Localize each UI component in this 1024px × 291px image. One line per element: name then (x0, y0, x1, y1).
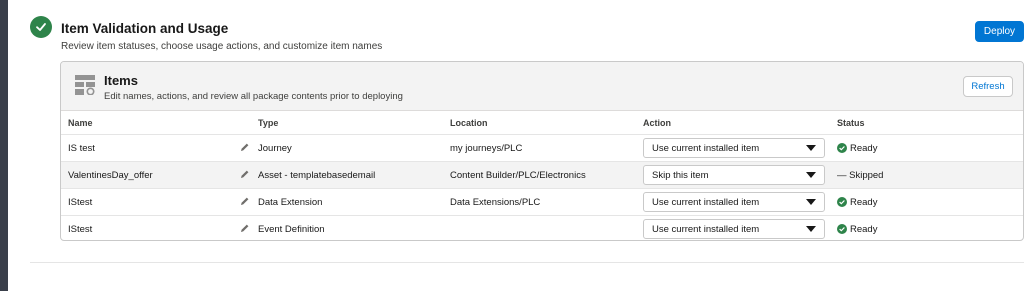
item-location: Content Builder/PLC/Electronics (450, 170, 586, 181)
chevron-down-icon (806, 226, 816, 232)
column-header-location: Location (450, 118, 488, 128)
action-select[interactable]: Use current installed item (643, 192, 825, 212)
item-name: IStest (68, 197, 93, 208)
status-badge: Ready (837, 224, 877, 235)
edit-pencil-icon[interactable] (240, 142, 250, 152)
item-type: Journey (258, 143, 292, 154)
refresh-button[interactable]: Refresh (963, 76, 1013, 97)
items-panel-description: Edit names, actions, and review all pack… (104, 91, 403, 102)
deploy-button[interactable]: Deploy (975, 21, 1024, 42)
action-select[interactable]: Use current installed item (643, 138, 825, 158)
chevron-down-icon (806, 145, 816, 151)
success-check-icon (837, 197, 847, 207)
left-edge-bar (0, 0, 8, 291)
step-title: Item Validation and Usage (61, 21, 229, 36)
status-badge: — Skipped (837, 170, 883, 181)
table-row: IStest Data Extension Data Extensions/PL… (61, 189, 1023, 216)
edit-pencil-icon[interactable] (240, 169, 250, 179)
action-select-value: Use current installed item (652, 197, 760, 208)
action-select[interactable]: Skip this item (643, 165, 825, 185)
status-text: Ready (850, 143, 878, 154)
action-select-value: Use current installed item (652, 143, 760, 154)
table-settings-icon (75, 75, 95, 95)
chevron-down-icon (806, 172, 816, 178)
items-panel-title: Items (104, 73, 138, 88)
chevron-down-icon (806, 199, 816, 205)
status-text: Ready (850, 197, 878, 208)
step-subtitle: Review item statuses, choose usage actio… (61, 41, 383, 52)
item-location: Data Extensions/PLC (450, 197, 541, 208)
step-card: Item Validation and Usage Review item st… (8, 0, 1024, 291)
status-text: Ready (850, 224, 878, 235)
item-location: my journeys/PLC (450, 143, 523, 154)
table-row: IS test Journey my journeys/PLC Use curr… (61, 135, 1023, 162)
item-type: Data Extension (258, 197, 323, 208)
success-check-icon (837, 224, 847, 234)
item-type: Event Definition (258, 224, 325, 235)
column-header-status: Status (837, 118, 865, 128)
item-name: IStest (68, 224, 93, 235)
column-header-action: Action (643, 118, 671, 128)
item-name: ValentinesDay_offer (68, 170, 153, 181)
items-panel: Items Edit names, actions, and review al… (60, 61, 1024, 241)
edit-pencil-icon[interactable] (240, 223, 250, 233)
items-table: Name Type Location Action Status IS test… (61, 111, 1023, 240)
table-header-row: Name Type Location Action Status (61, 111, 1023, 135)
success-check-icon (837, 143, 847, 153)
action-select-value: Use current installed item (652, 224, 760, 235)
status-text: — Skipped (837, 170, 884, 181)
edit-pencil-icon[interactable] (240, 196, 250, 206)
action-select-value: Skip this item (652, 170, 709, 181)
items-panel-header: Items Edit names, actions, and review al… (61, 62, 1023, 111)
column-header-type: Type (258, 118, 279, 128)
table-row: ValentinesDay_offer Asset - templatebase… (61, 162, 1023, 189)
table-row: IStest Event Definition Use current inst… (61, 216, 1023, 240)
item-type: Asset - templatebasedemail (258, 170, 376, 181)
status-badge: Ready (837, 143, 877, 154)
status-badge: Ready (837, 197, 877, 208)
checkmark-icon (30, 16, 52, 38)
item-name: IS test (68, 143, 95, 154)
action-select[interactable]: Use current installed item (643, 219, 825, 239)
column-header-name: Name (68, 118, 93, 128)
section-divider (30, 262, 1024, 263)
